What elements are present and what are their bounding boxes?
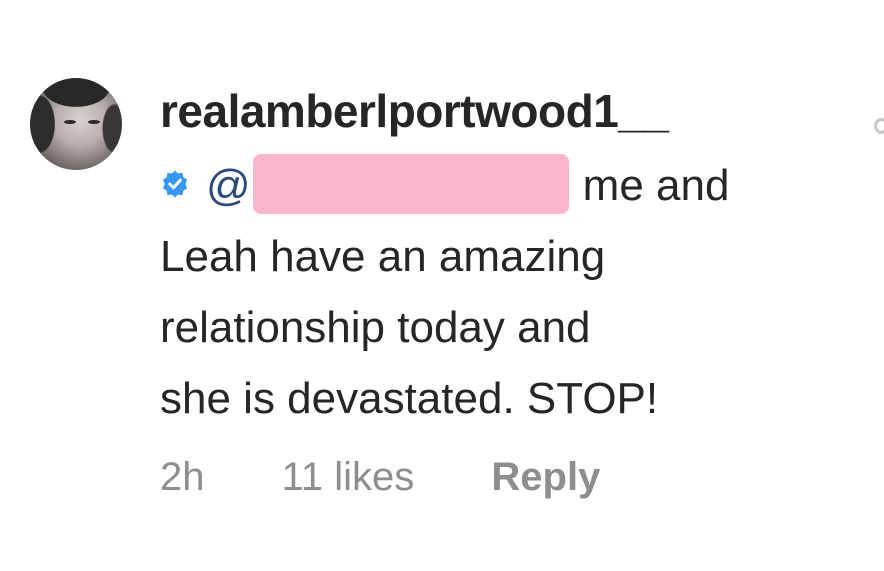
reply-button[interactable]: Reply — [491, 455, 600, 500]
heart-outline-icon[interactable] — [874, 118, 884, 134]
avatar-hair — [30, 78, 122, 170]
comment-line-4: she is devastated. STOP! — [160, 374, 659, 423]
comment-line-3: relationship today and — [160, 303, 591, 352]
comment-line-2: Leah have an amazing — [160, 232, 606, 281]
mention-at-sign[interactable]: @ — [206, 161, 251, 210]
comment-timestamp: 2h — [160, 455, 205, 499]
comment: realamberlportwood1__ @ me and Leah have … — [0, 0, 884, 571]
comment-likes-count[interactable]: 11 likes — [282, 455, 415, 500]
comment-line-1: @ me and — [160, 150, 850, 221]
comment-text: @ me and Leah have an amazing relationshi… — [160, 150, 850, 434]
avatar-eye-right — [88, 120, 100, 124]
avatar[interactable] — [30, 78, 122, 170]
comment-line-1-tail: me and — [582, 161, 730, 210]
comment-footer: 2h 11 likes Reply — [160, 455, 600, 500]
verified-badge-icon — [163, 170, 187, 198]
comment-username[interactable]: realamberlportwood1__ — [160, 84, 669, 139]
avatar-eye-left — [64, 120, 76, 124]
redacted-mention — [252, 154, 569, 215]
